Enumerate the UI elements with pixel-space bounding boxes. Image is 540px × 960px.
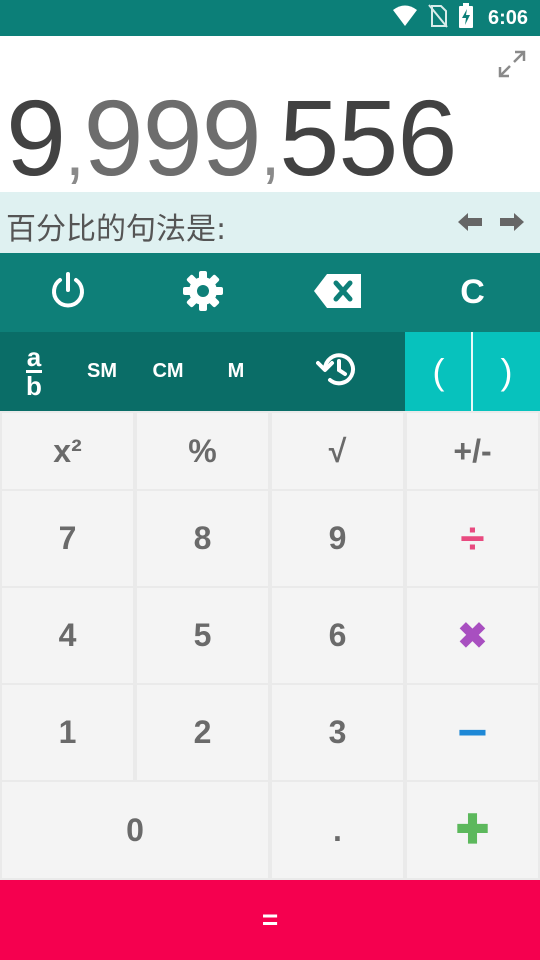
memory-row: a b SM CM M ( ) <box>0 332 540 411</box>
power-button[interactable] <box>0 253 135 332</box>
result-digits-group: 999 <box>83 77 262 198</box>
expand-icon[interactable] <box>496 48 528 80</box>
parentheses-group: ( ) <box>405 332 540 411</box>
hint-text: 百分比的句法是: <box>6 212 227 247</box>
digit-4-button[interactable]: 4 <box>2 588 133 683</box>
backspace-icon <box>313 273 363 313</box>
status-icons: 6:06 <box>392 0 528 36</box>
arrow-left-icon[interactable] <box>456 208 486 238</box>
digit-0-button[interactable]: 0 <box>2 782 268 878</box>
sqrt-button[interactable]: √ <box>272 413 403 489</box>
status-bar: 6:06 <box>0 0 540 36</box>
history-icon <box>316 349 360 395</box>
power-icon <box>48 271 88 315</box>
backspace-button[interactable] <box>270 253 405 332</box>
digit-7-button[interactable]: 7 <box>2 491 133 586</box>
digit-5-button[interactable]: 5 <box>137 588 268 683</box>
fraction-denominator: b <box>26 371 42 401</box>
battery-charging-icon <box>458 3 474 33</box>
thousands-separator: , <box>260 112 280 190</box>
thousands-separator: , <box>65 112 84 190</box>
open-paren-button[interactable]: ( <box>405 332 472 411</box>
result-digits-group: 9 <box>6 77 66 198</box>
status-time: 6:06 <box>487 6 528 29</box>
result-digits-group: 556 <box>279 77 457 198</box>
square-button[interactable]: x² <box>2 413 133 489</box>
fraction-button[interactable]: a b <box>12 332 56 411</box>
percent-button[interactable]: % <box>137 413 268 489</box>
digit-6-button[interactable]: 6 <box>272 588 403 683</box>
digit-3-button[interactable]: 3 <box>272 685 403 780</box>
keypad: x² % √ +/- 7 8 9 ÷ 4 5 6 ✖ 1 2 3 − 0 . ✚ <box>0 411 540 880</box>
digit-1-button[interactable]: 1 <box>2 685 133 780</box>
fraction-numerator: a <box>26 342 42 372</box>
top-toolbar: C <box>0 253 540 332</box>
multiply-button[interactable]: ✖ <box>407 588 538 683</box>
decimal-button[interactable]: . <box>272 782 403 878</box>
result-display: 9,999,556 <box>0 36 540 194</box>
close-paren-button[interactable]: ) <box>473 332 540 411</box>
clear-button[interactable]: C <box>405 253 540 332</box>
digit-2-button[interactable]: 2 <box>137 685 268 780</box>
plus-minus-button[interactable]: +/- <box>407 413 538 489</box>
history-button[interactable] <box>300 332 376 411</box>
plus-button[interactable]: ✚ <box>407 782 538 878</box>
sm-button[interactable]: SM <box>72 332 132 411</box>
digit-8-button[interactable]: 8 <box>137 491 268 586</box>
result-number: 9,999,556 <box>6 82 457 207</box>
gear-icon <box>182 270 224 316</box>
no-sim-icon <box>428 4 448 32</box>
hint-bar: 百分比的句法是: <box>0 192 540 253</box>
equals-button[interactable]: = <box>0 880 540 960</box>
digit-9-button[interactable]: 9 <box>272 491 403 586</box>
m-button[interactable]: M <box>206 332 266 411</box>
arrow-right-icon[interactable] <box>498 208 528 238</box>
settings-button[interactable] <box>135 253 270 332</box>
divide-button[interactable]: ÷ <box>407 491 538 586</box>
wifi-icon <box>392 5 418 31</box>
minus-button[interactable]: − <box>407 685 538 780</box>
cm-button[interactable]: CM <box>138 332 198 411</box>
